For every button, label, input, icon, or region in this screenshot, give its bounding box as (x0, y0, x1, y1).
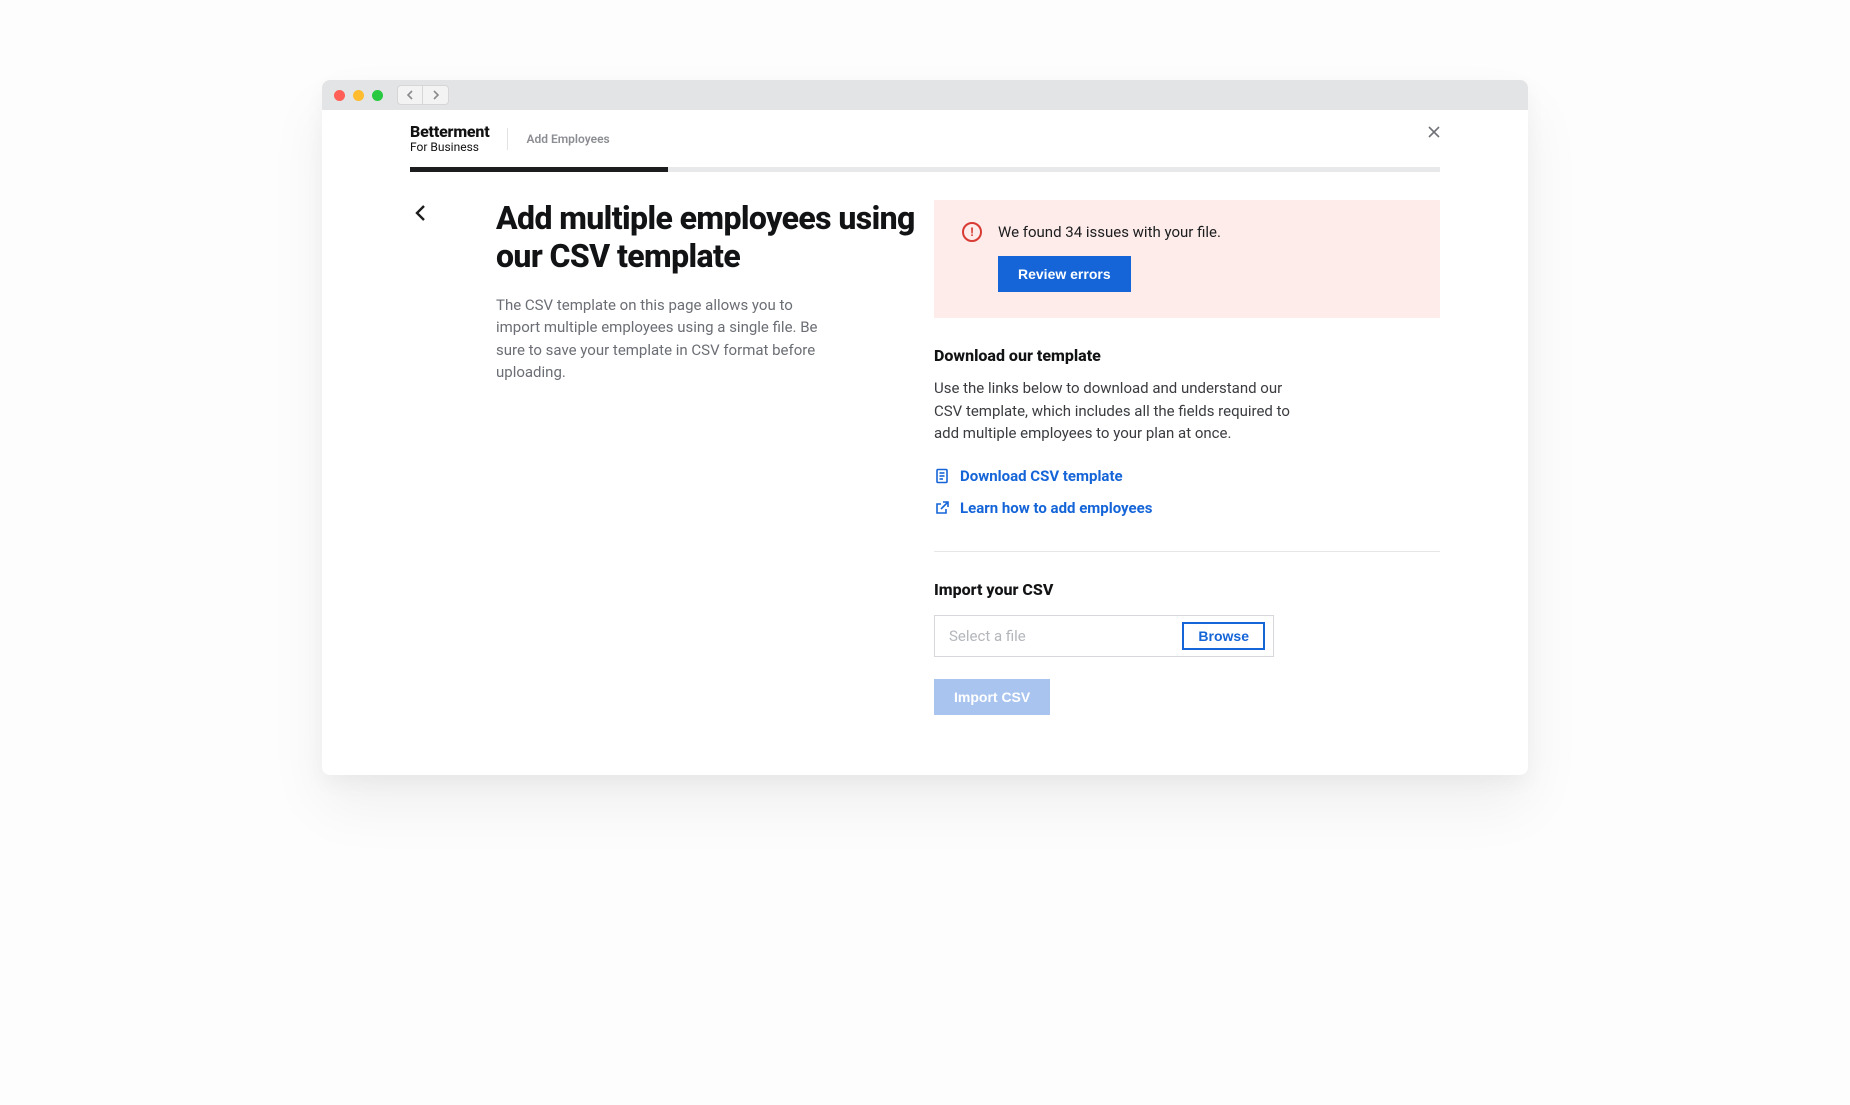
brand-name: Betterment (410, 124, 489, 141)
app-header: Betterment For Business Add Employees (322, 110, 1528, 172)
header-divider (507, 128, 508, 150)
download-template-body: Use the links below to download and unde… (934, 377, 1314, 445)
download-template-section: Download our template Use the links belo… (934, 346, 1440, 517)
review-errors-button[interactable]: Review errors (998, 256, 1131, 292)
import-csv-button[interactable]: Import CSV (934, 679, 1050, 715)
browse-button[interactable]: Browse (1182, 622, 1265, 650)
error-alert: ! We found 34 issues with your file. Rev… (934, 200, 1440, 318)
window-zoom-dot[interactable] (372, 90, 383, 101)
learn-how-link[interactable]: Learn how to add employees (934, 499, 1440, 517)
file-input-placeholder: Select a file (949, 627, 1172, 645)
brand-logo: Betterment For Business (410, 124, 489, 153)
breadcrumb: Add Employees (526, 132, 609, 146)
browser-window: Betterment For Business Add Employees (322, 80, 1528, 775)
import-csv-section: Import your CSV Select a file Browse Imp… (934, 580, 1440, 715)
learn-how-label: Learn how to add employees (960, 499, 1152, 517)
browser-back-button[interactable] (397, 85, 423, 105)
alert-message: We found 34 issues with your file. (998, 223, 1221, 241)
window-controls (334, 90, 383, 101)
mac-titlebar (322, 80, 1528, 110)
download-csv-template-link[interactable]: Download CSV template (934, 467, 1440, 485)
alert-icon: ! (962, 222, 982, 242)
progress-bar (410, 167, 1440, 172)
window-close-dot[interactable] (334, 90, 345, 101)
download-csv-template-label: Download CSV template (960, 467, 1123, 485)
close-icon (1428, 126, 1440, 138)
window-minimize-dot[interactable] (353, 90, 364, 101)
external-link-icon (934, 500, 950, 516)
browser-forward-button[interactable] (423, 85, 449, 105)
page-title: Add multiple employees using our CSV tem… (496, 200, 916, 276)
progress-fill (410, 167, 668, 172)
back-button[interactable] (410, 200, 432, 229)
page-description: The CSV template on this page allows you… (496, 294, 826, 384)
file-input[interactable]: Select a file Browse (934, 615, 1274, 657)
download-template-heading: Download our template (934, 346, 1440, 365)
browser-nav (397, 85, 449, 105)
close-button[interactable] (1428, 126, 1440, 142)
document-icon (934, 468, 950, 484)
import-csv-heading: Import your CSV (934, 580, 1440, 599)
chevron-left-icon (414, 204, 428, 222)
section-divider (934, 551, 1440, 552)
brand-subtitle: For Business (410, 141, 489, 154)
